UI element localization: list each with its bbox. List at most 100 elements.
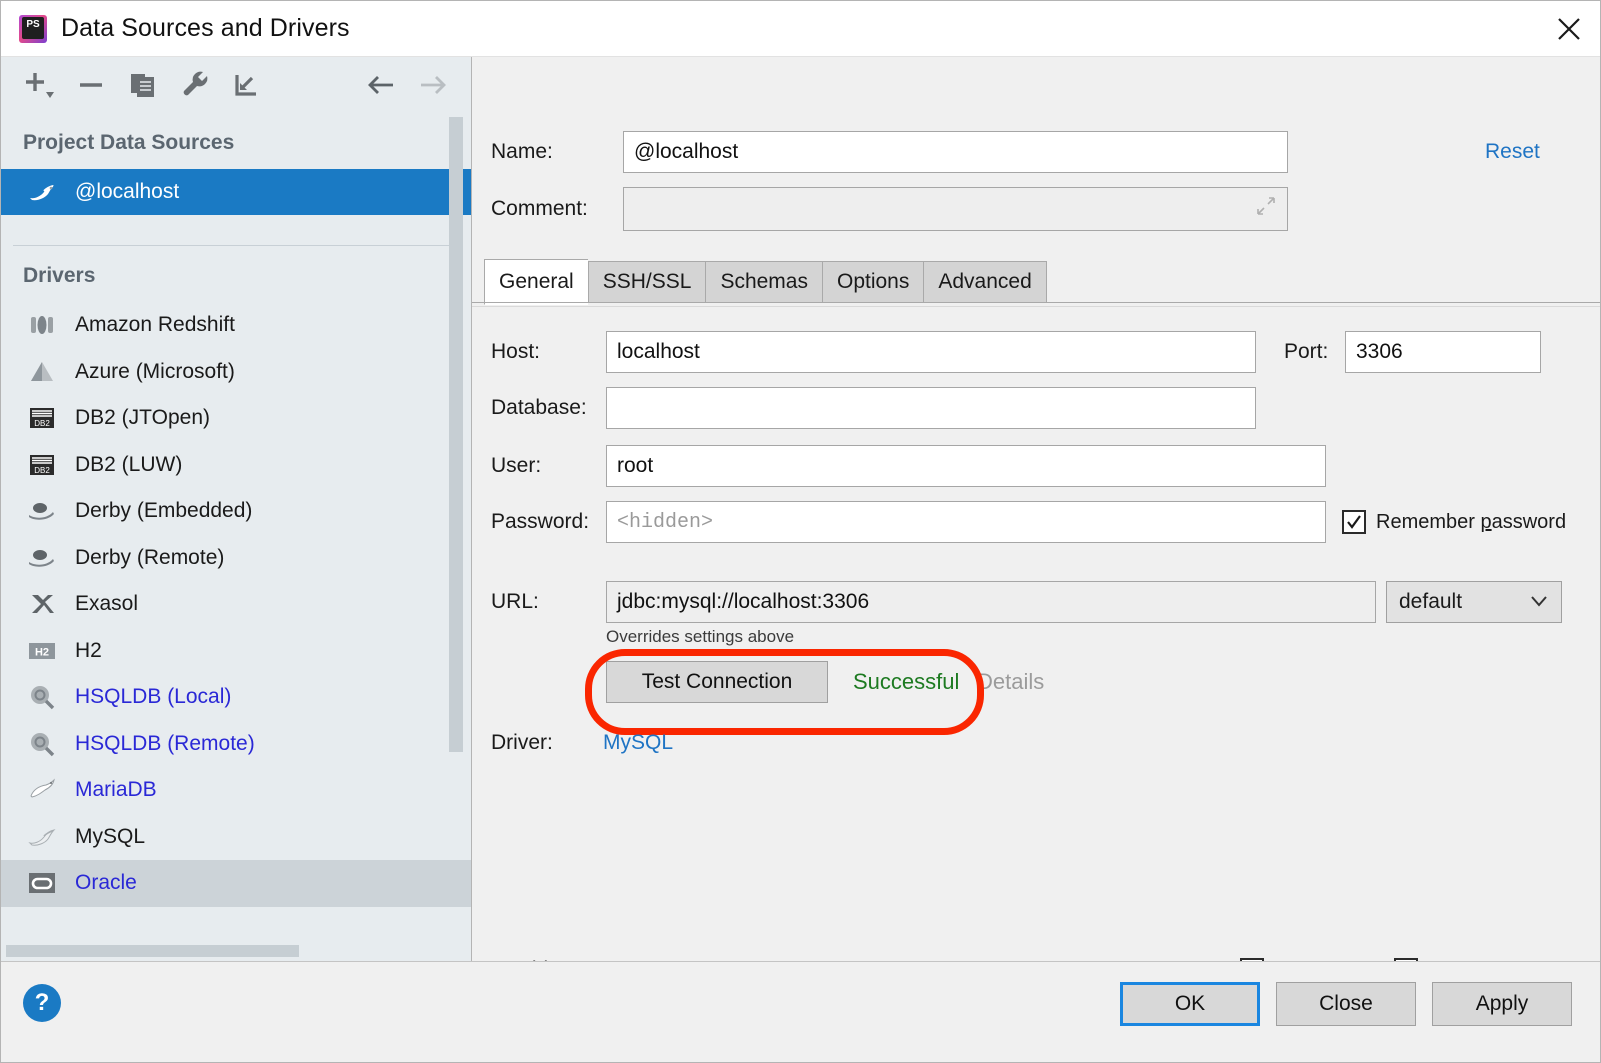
- svg-text:DB2: DB2: [34, 419, 50, 428]
- name-input[interactable]: @localhost: [623, 131, 1288, 173]
- derby-hat-icon: [25, 541, 59, 575]
- tab-advanced[interactable]: Advanced: [923, 261, 1047, 303]
- sidebar-item-label: @localhost: [75, 180, 180, 203]
- tab-schemas[interactable]: Schemas: [705, 261, 822, 303]
- driver-item-db2-luw[interactable]: DB2 DB2 (LUW): [1, 442, 471, 489]
- url-mode-value: default: [1399, 590, 1463, 613]
- port-input-value: 3306: [1356, 340, 1403, 363]
- data-source-settings-panel: Name: @localhost Reset Comment: General …: [472, 57, 1600, 961]
- driver-label: Exasol: [75, 592, 139, 616]
- sidebar-toolbar: [1, 57, 471, 113]
- host-label: Host:: [491, 340, 541, 363]
- hsqldb-icon: [25, 727, 59, 761]
- dialog-body: Project Data Sources @localhost Drivers: [1, 57, 1600, 961]
- remember-password-checkbox-group[interactable]: Remember password: [1342, 510, 1566, 534]
- driver-label: Derby (Remote): [75, 545, 225, 569]
- sidebar-horizontal-scrollbar[interactable]: [6, 945, 299, 957]
- driver-label: H2: [75, 638, 102, 662]
- ibm-db2-icon: DB2: [25, 401, 59, 435]
- tab-options[interactable]: Options: [821, 261, 924, 303]
- tab-general[interactable]: General: [484, 259, 588, 305]
- driver-label: MariaDB: [75, 778, 157, 802]
- sidebar-vertical-scrollbar[interactable]: [449, 117, 463, 752]
- drivers-header: Drivers: [23, 264, 96, 287]
- driver-label: Amazon Redshift: [75, 313, 235, 337]
- driver-item-oracle[interactable]: Oracle: [1, 860, 471, 907]
- driver-item-azure-microsoft[interactable]: Azure (Microsoft): [1, 349, 471, 396]
- apply-button[interactable]: Apply: [1432, 982, 1572, 1026]
- database-input[interactable]: [606, 387, 1256, 429]
- reset-link[interactable]: Reset: [1485, 140, 1540, 164]
- svg-text:DB2: DB2: [34, 466, 50, 475]
- forward-button[interactable]: [407, 62, 459, 108]
- phpstorm-logo-icon: [19, 14, 47, 43]
- name-label: Name:: [491, 140, 553, 163]
- test-connection-button[interactable]: Test Connection: [606, 661, 828, 703]
- name-input-value: @localhost: [634, 140, 739, 163]
- add-data-source-button[interactable]: [13, 62, 65, 108]
- driver-link[interactable]: MySQL: [603, 731, 673, 755]
- database-label: Database:: [491, 396, 587, 419]
- url-row: URL: jdbc:mysql://localhost:3306 default: [472, 581, 1600, 623]
- exasol-x-icon: [25, 587, 59, 621]
- data-sources-sidebar: Project Data Sources @localhost Drivers: [1, 57, 472, 961]
- sidebar-item-localhost[interactable]: @localhost: [1, 169, 471, 215]
- driver-label: Azure (Microsoft): [75, 359, 235, 383]
- svg-text:H2: H2: [35, 646, 49, 658]
- driver-label: Derby (Embedded): [75, 499, 253, 523]
- driver-label: Driver:: [491, 731, 553, 754]
- import-arrow-icon[interactable]: [221, 62, 273, 108]
- remember-password-mnemonic: p: [1480, 510, 1492, 533]
- ibm-db2-icon: DB2: [25, 448, 59, 482]
- database-row: Database:: [472, 387, 1600, 429]
- details-link[interactable]: Details: [977, 669, 1044, 695]
- remember-password-checkbox[interactable]: [1342, 510, 1366, 534]
- name-row: Name: @localhost Reset: [472, 131, 1600, 173]
- url-input-value: jdbc:mysql://localhost:3306: [617, 590, 870, 613]
- overrides-note: Overrides settings above: [606, 627, 795, 646]
- user-label: User:: [491, 454, 542, 477]
- project-data-sources-header: Project Data Sources: [23, 131, 235, 154]
- ok-button[interactable]: OK: [1120, 982, 1260, 1026]
- driver-item-hsqldb-remote[interactable]: HSQLDB (Remote): [1, 721, 471, 768]
- url-mode-select[interactable]: default: [1386, 581, 1562, 623]
- help-button[interactable]: ?: [23, 984, 61, 1022]
- expand-diagonal-icon[interactable]: [1255, 195, 1277, 223]
- driver-item-amazon-redshift[interactable]: Amazon Redshift: [1, 302, 471, 349]
- comment-label: Comment:: [491, 197, 588, 220]
- driver-item-mysql[interactable]: MySQL: [1, 814, 471, 861]
- hsqldb-icon: [25, 680, 59, 714]
- derby-hat-icon: [25, 494, 59, 528]
- driver-item-derby-remote[interactable]: Derby (Remote): [1, 535, 471, 582]
- close-icon[interactable]: [1538, 1, 1600, 56]
- host-row: Host: localhost Port: 3306: [472, 331, 1600, 373]
- password-input[interactable]: <hidden>: [606, 501, 1326, 543]
- driver-label: MySQL: [75, 824, 146, 848]
- tab-ssh-ssl[interactable]: SSH/SSL: [587, 261, 706, 303]
- driver-item-exasol[interactable]: Exasol: [1, 581, 471, 628]
- driver-item-h2[interactable]: H2 H2: [1, 628, 471, 675]
- host-input[interactable]: localhost: [606, 331, 1256, 373]
- settings-tabs: General SSH/SSL Schemas Options Advanced: [484, 259, 1047, 305]
- driver-label: HSQLDB (Remote): [75, 731, 255, 755]
- h2-icon: H2: [25, 634, 59, 668]
- azure-icon: [25, 355, 59, 389]
- wrench-icon[interactable]: [169, 62, 221, 108]
- redshift-icon: [25, 308, 59, 342]
- user-input[interactable]: root: [606, 445, 1326, 487]
- comment-input[interactable]: [623, 187, 1288, 231]
- remember-password-label-pre: Remember: [1376, 510, 1481, 533]
- duplicate-data-source-button[interactable]: [117, 62, 169, 108]
- driver-item-mariadb[interactable]: MariaDB: [1, 767, 471, 814]
- driver-item-db2-jtopen[interactable]: DB2 DB2 (JTOpen): [1, 395, 471, 442]
- back-button[interactable]: [355, 62, 407, 108]
- driver-item-hsqldb-local[interactable]: HSQLDB (Local): [1, 674, 471, 721]
- port-input[interactable]: 3306: [1345, 331, 1541, 373]
- driver-label: DB2 (JTOpen): [75, 406, 210, 430]
- remember-password-label: Remember password: [1376, 511, 1566, 534]
- url-input[interactable]: jdbc:mysql://localhost:3306: [606, 581, 1376, 623]
- driver-item-derby-embedded[interactable]: Derby (Embedded): [1, 488, 471, 535]
- url-label: URL:: [491, 590, 539, 613]
- close-button[interactable]: Close: [1276, 982, 1416, 1026]
- remove-data-source-button[interactable]: [65, 62, 117, 108]
